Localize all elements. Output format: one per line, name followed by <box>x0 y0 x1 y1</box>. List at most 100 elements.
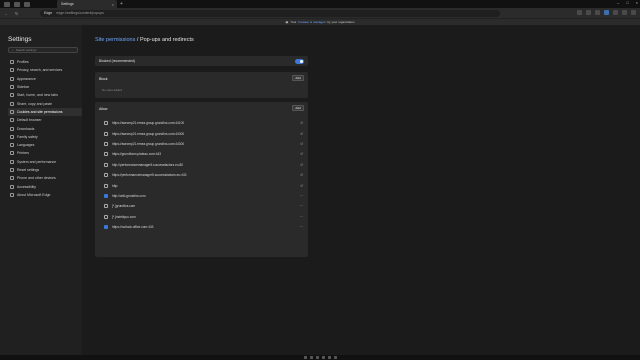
sidebar-item-label: System and performance <box>17 159 57 164</box>
outlook-icon <box>104 225 108 230</box>
list-item: https://asecmp21.emea.group.grundfos.com… <box>95 128 308 138</box>
sidebar-title: Settings <box>8 36 32 43</box>
share-icon <box>10 101 14 106</box>
sidebar-item-share-copy[interactable]: Share, copy and paste <box>8 99 82 107</box>
site-url: https://grundfosm.plateau.com:443 <box>112 152 162 157</box>
allow-heading: Allow <box>99 107 108 111</box>
sidebar-item-sidebar[interactable]: Sidebar <box>8 83 82 91</box>
undo-icon[interactable]: ↺ <box>300 163 303 167</box>
sidebar-item-family[interactable]: Family safety <box>8 133 82 141</box>
site-url: https://performancemanager5.successfacto… <box>112 173 187 178</box>
search-input[interactable]: ⌕ Search settings <box>8 47 78 53</box>
refresh-icon[interactable]: ↻ <box>15 11 22 16</box>
managed-link[interactable]: browser is managed <box>298 20 325 24</box>
more-options-icon[interactable]: ⋯ <box>300 225 304 229</box>
sidebar-item-reset[interactable]: Reset settings <box>8 166 82 174</box>
undo-icon[interactable]: ↺ <box>300 152 303 156</box>
list-item: [*.]mdeliquo.com ⋯ <box>95 212 308 222</box>
managed-banner: ▣ Your browser is managed by your organi… <box>0 18 640 25</box>
sidebar-item-label: Reset settings <box>17 168 40 172</box>
blocked-setting: Blocked (recommended) <box>95 56 308 66</box>
undo-icon[interactable]: ↺ <box>300 184 303 188</box>
site-url: http://performancemanager5.successfactor… <box>112 162 184 167</box>
minimize-icon[interactable]: – <box>617 0 619 5</box>
more-icon[interactable] <box>631 10 636 15</box>
more-options-icon[interactable]: ⋯ <box>300 194 304 198</box>
sidebar-item-printers[interactable]: Printers <box>8 149 82 157</box>
blocked-toggle[interactable] <box>295 58 304 64</box>
sidebar-item-cookies[interactable]: Cookies and site permissions <box>8 107 82 117</box>
sidebar-item-start-home[interactable]: Start, home, and new tabs <box>8 91 82 99</box>
maximize-icon[interactable]: □ <box>626 0 628 5</box>
breadcrumb: Site permissions / Pop-ups and redirects <box>95 37 194 43</box>
undo-icon[interactable]: ↺ <box>300 173 303 177</box>
site-url: https://asecmp21.emea.group.grundfos.com… <box>112 131 185 136</box>
block-heading: Block <box>99 77 108 81</box>
teams-taskbar-icon[interactable] <box>333 356 337 359</box>
close-tab-icon[interactable]: × <box>112 2 114 7</box>
tab-actions-icon[interactable] <box>14 1 20 7</box>
globe-icon <box>104 173 108 178</box>
more-options-icon[interactable]: ⋯ <box>300 204 304 208</box>
sidebar-item-label: Phone and other devices <box>17 176 56 181</box>
add-block-button[interactable]: Add <box>292 75 304 81</box>
sidebar-item-label: Family safety <box>17 134 38 139</box>
globe-icon <box>104 141 108 146</box>
settings-content: Site permissions / Pop-ups and redirects… <box>82 25 640 355</box>
close-window-icon[interactable]: × <box>636 0 638 5</box>
address-bar[interactable]: Edge edge://settings/content/popups <box>40 9 500 17</box>
sidebar-item-privacy[interactable]: Privacy, search, and services <box>8 66 82 74</box>
undo-icon[interactable]: ↺ <box>300 142 303 146</box>
more-options-icon[interactable]: ⋯ <box>300 215 304 219</box>
family-icon <box>10 134 14 139</box>
back-icon[interactable]: ← <box>4 11 11 16</box>
search-taskbar-icon[interactable] <box>309 356 313 359</box>
tab-settings[interactable]: Settings × <box>57 0 117 8</box>
vertical-tabs-icon[interactable] <box>24 1 30 7</box>
page-title: / Pop-ups and redirects <box>136 37 194 43</box>
browser-essentials-icon[interactable] <box>613 10 618 15</box>
palette-icon <box>10 76 14 81</box>
edge-taskbar-icon[interactable] <box>321 356 325 359</box>
add-allow-button[interactable]: Add <box>292 105 304 111</box>
sidebar-item-downloads[interactable]: Downloads <box>8 124 82 132</box>
split-screen-icon[interactable] <box>586 10 591 15</box>
extensions-icon[interactable] <box>604 10 609 15</box>
allow-section: Allow Add https://asecmp21.emea.group.gr… <box>95 102 308 257</box>
list-item: http://wiki.grundfos.com ⋯ <box>95 191 308 201</box>
new-tab-icon[interactable]: + <box>120 1 123 7</box>
home-icon <box>10 93 14 98</box>
sidebar-item-system[interactable]: System and performance <box>8 158 82 166</box>
workspaces-icon[interactable] <box>4 1 10 7</box>
file-explorer-icon[interactable] <box>315 356 319 359</box>
allow-list: https://asecmp21.emea.group.grundfos.com… <box>95 118 308 232</box>
download-icon <box>10 126 14 131</box>
undo-icon[interactable]: ↺ <box>300 132 303 136</box>
sidebar-item-phone[interactable]: Phone and other devices <box>8 174 82 182</box>
sidebar-item-profiles[interactable]: Profiles <box>8 58 82 66</box>
site-url: http: <box>112 183 119 188</box>
collections-icon[interactable] <box>595 10 600 15</box>
sidebar-item-languages[interactable]: Languages <box>8 141 82 149</box>
profile-icon[interactable] <box>622 10 627 15</box>
globe-icon <box>104 204 108 209</box>
favorites-icon[interactable] <box>577 10 582 15</box>
banner-text: Your <box>290 20 297 24</box>
sidebar-item-about[interactable]: About Microsoft Edge <box>8 191 82 199</box>
list-item: https://outlook.office.com:443 ⋯ <box>95 222 308 232</box>
profile-icon <box>10 60 14 65</box>
sidebar-item-label: Accessibility <box>17 184 37 189</box>
sidebar-item-appearance[interactable]: Appearance <box>8 75 82 83</box>
outlook-taskbar-icon[interactable] <box>327 356 331 359</box>
breadcrumb-link[interactable]: Site permissions <box>95 37 135 43</box>
sidebar-item-accessibility[interactable]: Accessibility <box>8 182 82 190</box>
site-url: [*.]mdeliquo.com <box>112 214 136 219</box>
taskbar <box>0 355 640 360</box>
sidebar-item-label: Sidebar <box>17 85 30 90</box>
globe-icon <box>104 152 108 157</box>
phone-icon <box>10 176 14 181</box>
site-url: https://outlook.office.com:443 <box>112 225 154 230</box>
sidebar-item-default-browser[interactable]: Default browser <box>8 116 82 124</box>
undo-icon[interactable]: ↺ <box>300 121 303 125</box>
start-icon[interactable] <box>303 356 307 359</box>
